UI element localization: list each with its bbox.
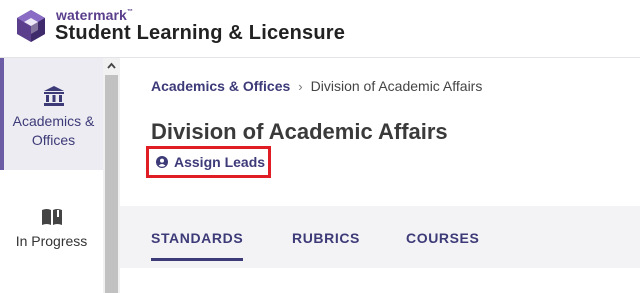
main-content: Academics & Offices › Division of Academic… [120, 58, 640, 293]
scroll-up-arrow-icon[interactable] [103, 58, 120, 75]
sidebar-item-label: Academics & [12, 113, 95, 129]
sidebar: Academics & Offices In Progress [0, 58, 103, 293]
scrollbar-thumb[interactable] [105, 75, 118, 293]
sidebar-item-academics-offices[interactable]: Academics & Offices [0, 58, 103, 170]
tab-content-area [120, 268, 640, 293]
tab-courses[interactable]: COURSES [406, 230, 479, 246]
assign-leads-link[interactable]: Assign Leads [156, 154, 265, 170]
sidebar-item-in-progress[interactable]: In Progress [0, 198, 103, 258]
tab-standards[interactable]: STANDARDS [151, 230, 244, 261]
open-book-icon [41, 209, 62, 225]
assign-leads-label: Assign Leads [174, 154, 266, 170]
sidebar-item-label: Offices [31, 132, 76, 148]
watermark-logo-icon[interactable] [14, 9, 48, 43]
sidebar-scrollbar[interactable] [103, 58, 120, 293]
assign-leads-highlight: Assign Leads [146, 146, 271, 178]
tab-rubrics[interactable]: RUBRICS [292, 230, 360, 246]
brand-name: watermark™ [56, 7, 134, 23]
institution-icon [43, 86, 64, 106]
breadcrumb-current: Division of Academic Affairs [310, 78, 483, 94]
sidebar-item-label: In Progress [15, 233, 88, 249]
app-title: Student Learning & Licensure [55, 22, 346, 44]
breadcrumb: Academics & Offices › Division of Academic… [151, 78, 482, 94]
app-header: watermark™ Student Learning & Licensure [0, 0, 640, 58]
user-circle-icon [156, 156, 168, 168]
breadcrumb-academics-offices[interactable]: Academics & Offices [151, 78, 290, 94]
breadcrumb-separator: › [298, 79, 303, 94]
tab-bar: STANDARDS RUBRICS COURSES [120, 206, 640, 268]
page-title: Division of Academic Affairs [151, 119, 448, 144]
